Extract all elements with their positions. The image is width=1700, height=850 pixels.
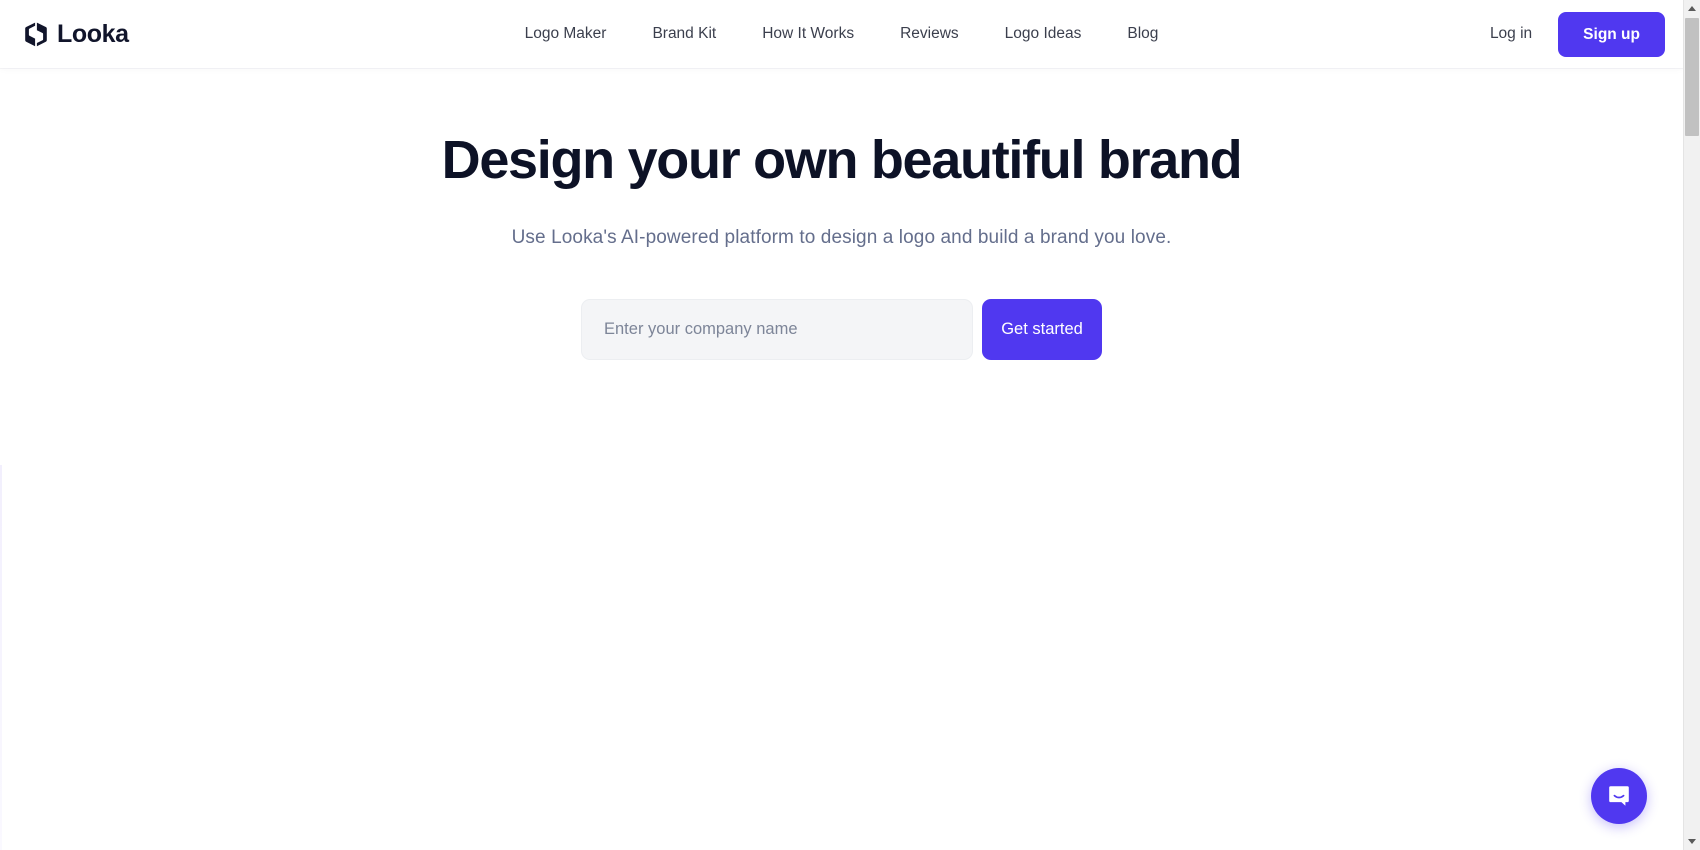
browser-viewport: Looka Logo Maker Brand Kit How It Works … [0, 0, 1683, 850]
login-link[interactable]: Log in [1488, 19, 1534, 49]
brand-name: Looka [57, 19, 129, 48]
nav-item-logo-ideas[interactable]: Logo Ideas [982, 18, 1105, 50]
scroll-up-arrow-icon[interactable] [1684, 0, 1700, 17]
primary-navigation: Logo Maker Brand Kit How It Works Review… [0, 0, 1683, 68]
nav-item-brand-kit[interactable]: Brand Kit [629, 18, 739, 50]
chat-launcher-button[interactable] [1591, 768, 1647, 824]
hero-subtitle: Use Looka's AI-powered platform to desig… [511, 227, 1172, 249]
chat-bubble-smile-icon [1609, 786, 1629, 806]
scroll-down-arrow-icon[interactable] [1684, 833, 1700, 850]
nav-item-reviews[interactable]: Reviews [877, 18, 982, 50]
vertical-scrollbar[interactable] [1683, 0, 1700, 850]
site-header: Looka Logo Maker Brand Kit How It Works … [0, 0, 1683, 68]
nav-item-logo-maker[interactable]: Logo Maker [502, 18, 630, 50]
hero-title: Design your own beautiful brand [441, 130, 1243, 190]
section-left-edge-accent [0, 465, 2, 850]
company-name-form: Get started [0, 298, 1683, 360]
company-name-input[interactable] [581, 298, 973, 360]
nav-item-how-it-works[interactable]: How It Works [739, 18, 877, 50]
sign-up-button[interactable]: Sign up [1558, 11, 1665, 57]
looka-cube-icon [25, 22, 47, 46]
brand-logo-link[interactable]: Looka [24, 19, 129, 48]
scrollbar-thumb[interactable] [1685, 18, 1699, 136]
nav-item-blog[interactable]: Blog [1104, 18, 1181, 50]
account-actions: Log in Sign up [1488, 11, 1665, 57]
hero-section: Design your own beautiful brand Use Look… [0, 68, 1683, 360]
get-started-button[interactable]: Get started [982, 298, 1102, 360]
